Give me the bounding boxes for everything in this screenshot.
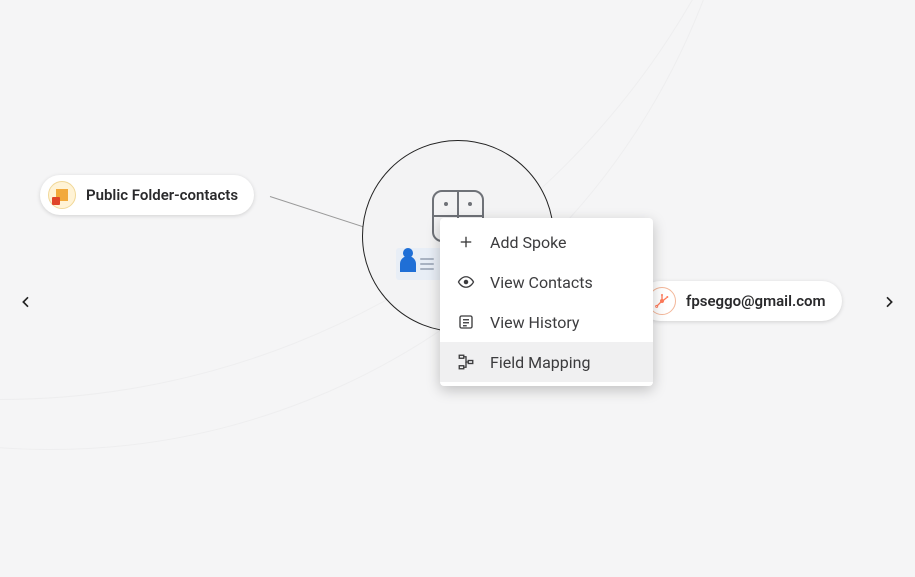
context-menu: Add Spoke View Contacts View History Fie… bbox=[440, 218, 653, 386]
contact-card-icon bbox=[396, 248, 442, 280]
list-icon bbox=[456, 312, 476, 332]
menu-item-label: View Contacts bbox=[490, 273, 593, 292]
plus-icon bbox=[456, 232, 476, 252]
spoke-label: fpseggo@gmail.com bbox=[686, 292, 826, 310]
spoke-label: Public Folder-contacts bbox=[86, 186, 238, 204]
mapping-icon bbox=[456, 352, 476, 372]
office365-icon bbox=[48, 181, 76, 209]
prev-arrow[interactable] bbox=[14, 290, 38, 314]
next-arrow[interactable] bbox=[877, 290, 901, 314]
menu-item-add-spoke[interactable]: Add Spoke bbox=[440, 222, 653, 262]
spoke-hubspot-account[interactable]: fpseggo@gmail.com bbox=[640, 281, 842, 321]
menu-item-label: Field Mapping bbox=[490, 353, 590, 372]
menu-item-view-contacts[interactable]: View Contacts bbox=[440, 262, 653, 302]
menu-item-label: View History bbox=[490, 313, 579, 332]
eye-icon bbox=[456, 272, 476, 292]
menu-item-view-history[interactable]: View History bbox=[440, 302, 653, 342]
menu-item-field-mapping[interactable]: Field Mapping bbox=[440, 342, 653, 382]
menu-item-label: Add Spoke bbox=[490, 233, 567, 252]
spoke-public-folder[interactable]: Public Folder-contacts bbox=[40, 175, 254, 215]
